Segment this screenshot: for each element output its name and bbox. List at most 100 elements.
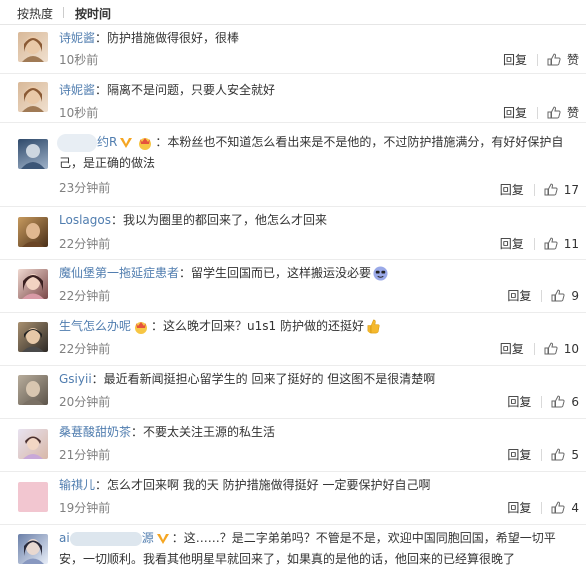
like-count: 11 bbox=[563, 236, 579, 251]
comment-username[interactable]: 输祺儿 bbox=[59, 478, 95, 492]
action-divider bbox=[533, 342, 535, 355]
avatar[interactable] bbox=[18, 534, 48, 564]
like-button[interactable]: 9 bbox=[551, 289, 579, 303]
like-button[interactable]: 5 bbox=[551, 448, 579, 462]
comment-item: Loslagos：我以为圈里的都回来了，他怎么才回来 22分钟前 回复 11 bbox=[0, 207, 586, 260]
blurred-username bbox=[69, 531, 142, 546]
avatar[interactable] bbox=[18, 269, 48, 299]
action-divider bbox=[536, 53, 538, 66]
comment-username[interactable]: Gsiyii bbox=[59, 372, 92, 386]
sort-bar: 按热度 按时间 bbox=[0, 0, 586, 25]
thumbs-up-icon bbox=[551, 395, 565, 408]
avatar[interactable] bbox=[18, 217, 48, 247]
avatar-portrait-icon bbox=[22, 36, 44, 62]
like-count: 10 bbox=[563, 341, 579, 356]
reply-button[interactable]: 回复 bbox=[500, 235, 524, 252]
comment-username[interactable]: 约R bbox=[97, 135, 117, 149]
comment-username[interactable]: 诗妮酱 bbox=[59, 83, 95, 97]
like-count: 赞 bbox=[566, 106, 579, 120]
thumbs-up-icon bbox=[544, 183, 558, 196]
comment-time: 19分钟前 bbox=[59, 501, 111, 515]
action-divider bbox=[541, 501, 543, 514]
like-count: 17 bbox=[563, 182, 579, 197]
comment-text: ：防护措施做得很好，很棒 bbox=[95, 31, 240, 45]
thumbs-up-icon bbox=[544, 237, 558, 250]
reply-button[interactable]: 回复 bbox=[507, 393, 531, 410]
member-crown-icon bbox=[135, 321, 148, 334]
comment-time: 22分钟前 bbox=[59, 289, 111, 303]
avatar[interactable] bbox=[18, 429, 48, 459]
comment-text: ：怎么才回来啊 我的天 防护措施做得挺好 一定要保护好自己啊 bbox=[95, 478, 431, 492]
avatar[interactable] bbox=[18, 139, 48, 169]
like-count: 9 bbox=[571, 288, 579, 303]
avatar[interactable] bbox=[18, 322, 48, 352]
avatar[interactable] bbox=[18, 82, 48, 112]
comment-username[interactable]: Loslagos bbox=[59, 213, 111, 227]
like-button[interactable]: 6 bbox=[551, 395, 579, 409]
comment-time: 21分钟前 bbox=[59, 448, 111, 462]
thumbs-up-icon bbox=[547, 106, 561, 119]
comment-text: ：这么晚才回来？u1s1 防护做的还挺好 bbox=[151, 319, 364, 333]
comment-username[interactable]: 生气怎么办呢 bbox=[59, 319, 131, 333]
reply-button[interactable]: 回复 bbox=[507, 287, 531, 304]
avatar-portrait-icon bbox=[22, 539, 44, 564]
comment-username-suffix[interactable]: 源 bbox=[142, 531, 154, 545]
avatar-portrait-icon bbox=[23, 436, 43, 459]
avatar[interactable] bbox=[18, 375, 48, 405]
comment-username[interactable]: 桑葚酸甜奶茶 bbox=[59, 425, 131, 439]
comment-time: 22分钟前 bbox=[59, 342, 111, 356]
thumbs-up-icon bbox=[544, 342, 558, 355]
sort-by-hot-tab[interactable]: 按热度 bbox=[17, 5, 53, 22]
reply-button[interactable]: 回复 bbox=[503, 51, 527, 68]
avatar-portrait-icon bbox=[22, 86, 44, 112]
thumbs-up-icon bbox=[547, 53, 561, 66]
reply-button[interactable]: 回复 bbox=[507, 446, 531, 463]
action-divider bbox=[533, 237, 535, 250]
avatar-portrait-icon bbox=[21, 144, 45, 169]
action-divider bbox=[536, 106, 538, 119]
comment-item: 诗妮酱：隔离不是问题，只要人安全就好 10秒前 回复 赞 bbox=[0, 74, 586, 123]
like-button[interactable]: 赞 bbox=[547, 104, 579, 121]
comment-item: Gsiyii：最近看新闻挺担心留学生的 回来了挺好的 但这图不是很清楚啊 20分… bbox=[0, 366, 586, 419]
reply-button[interactable]: 回复 bbox=[507, 499, 531, 516]
emoji-sunglasses-icon bbox=[373, 266, 388, 281]
comment-time: 22分钟前 bbox=[59, 237, 111, 251]
reply-button[interactable]: 回复 bbox=[503, 104, 527, 121]
sort-by-time-tab[interactable]: 按时间 bbox=[75, 5, 111, 22]
comment-username[interactable]: 魔仙堡第一拖延症患者 bbox=[59, 266, 179, 280]
reply-button[interactable]: 回复 bbox=[500, 340, 524, 357]
avatar-portrait-icon bbox=[22, 274, 44, 299]
reply-button[interactable]: 回复 bbox=[500, 181, 524, 198]
comment-time: 10秒前 bbox=[59, 106, 99, 120]
comment-username[interactable]: 诗妮酱 bbox=[59, 31, 95, 45]
thumbs-up-icon bbox=[551, 289, 565, 302]
like-button[interactable]: 赞 bbox=[547, 51, 579, 68]
comment-item: ai 源：这……？是二字弟弟吗？不管是不是，欢迎中国同胞回国，希望一切平安，一切顺… bbox=[0, 525, 586, 569]
comment-text: ：我以为圈里的都回来了，他怎么才回来 bbox=[110, 213, 327, 227]
comment-time: 20分钟前 bbox=[59, 395, 111, 409]
comment-text: ：本粉丝也不知道怎么看出来是不是他的，不过防护措施满分，有好好保护自己，是正确的… bbox=[59, 135, 564, 170]
action-divider bbox=[541, 395, 543, 408]
comment-item: 约R ：本粉丝也不知道怎么看出来是不是他的，不过防护措施满分，有好好保护自己，是正… bbox=[0, 123, 586, 207]
member-crown-icon bbox=[139, 137, 152, 150]
action-divider bbox=[541, 448, 543, 461]
comment-text: ：最近看新闻挺担心留学生的 回来了挺好的 但这图不是很清楚啊 bbox=[91, 372, 436, 386]
verified-v-icon bbox=[120, 137, 133, 148]
verified-v-icon bbox=[156, 533, 169, 544]
like-count: 赞 bbox=[566, 53, 579, 67]
comment-time: 10秒前 bbox=[59, 53, 99, 67]
comment-username[interactable]: ai bbox=[59, 531, 70, 545]
like-button[interactable]: 17 bbox=[544, 183, 579, 197]
avatar-portrait-icon bbox=[22, 381, 44, 405]
like-button[interactable]: 4 bbox=[551, 501, 579, 515]
like-button[interactable]: 10 bbox=[544, 342, 579, 356]
comment-text: ：隔离不是问题，只要人安全就好 bbox=[95, 83, 276, 97]
avatar[interactable] bbox=[18, 482, 48, 512]
comment-item: 生气怎么办呢 ：这么晚才回来？u1s1 防护做的还挺好 22分钟前 回复 10 bbox=[0, 313, 586, 366]
comment-item: 魔仙堡第一拖延症患者：留学生回国而已，这样搬运没必要 22分钟前 回复 9 bbox=[0, 260, 586, 313]
avatar-portrait-icon bbox=[22, 328, 44, 352]
comment-item: 输祺儿：怎么才回来啊 我的天 防护措施做得挺好 一定要保护好自己啊 19分钟前 … bbox=[0, 472, 586, 525]
avatar[interactable] bbox=[18, 32, 48, 62]
avatar-portrait-icon bbox=[22, 223, 44, 247]
like-button[interactable]: 11 bbox=[544, 237, 579, 251]
